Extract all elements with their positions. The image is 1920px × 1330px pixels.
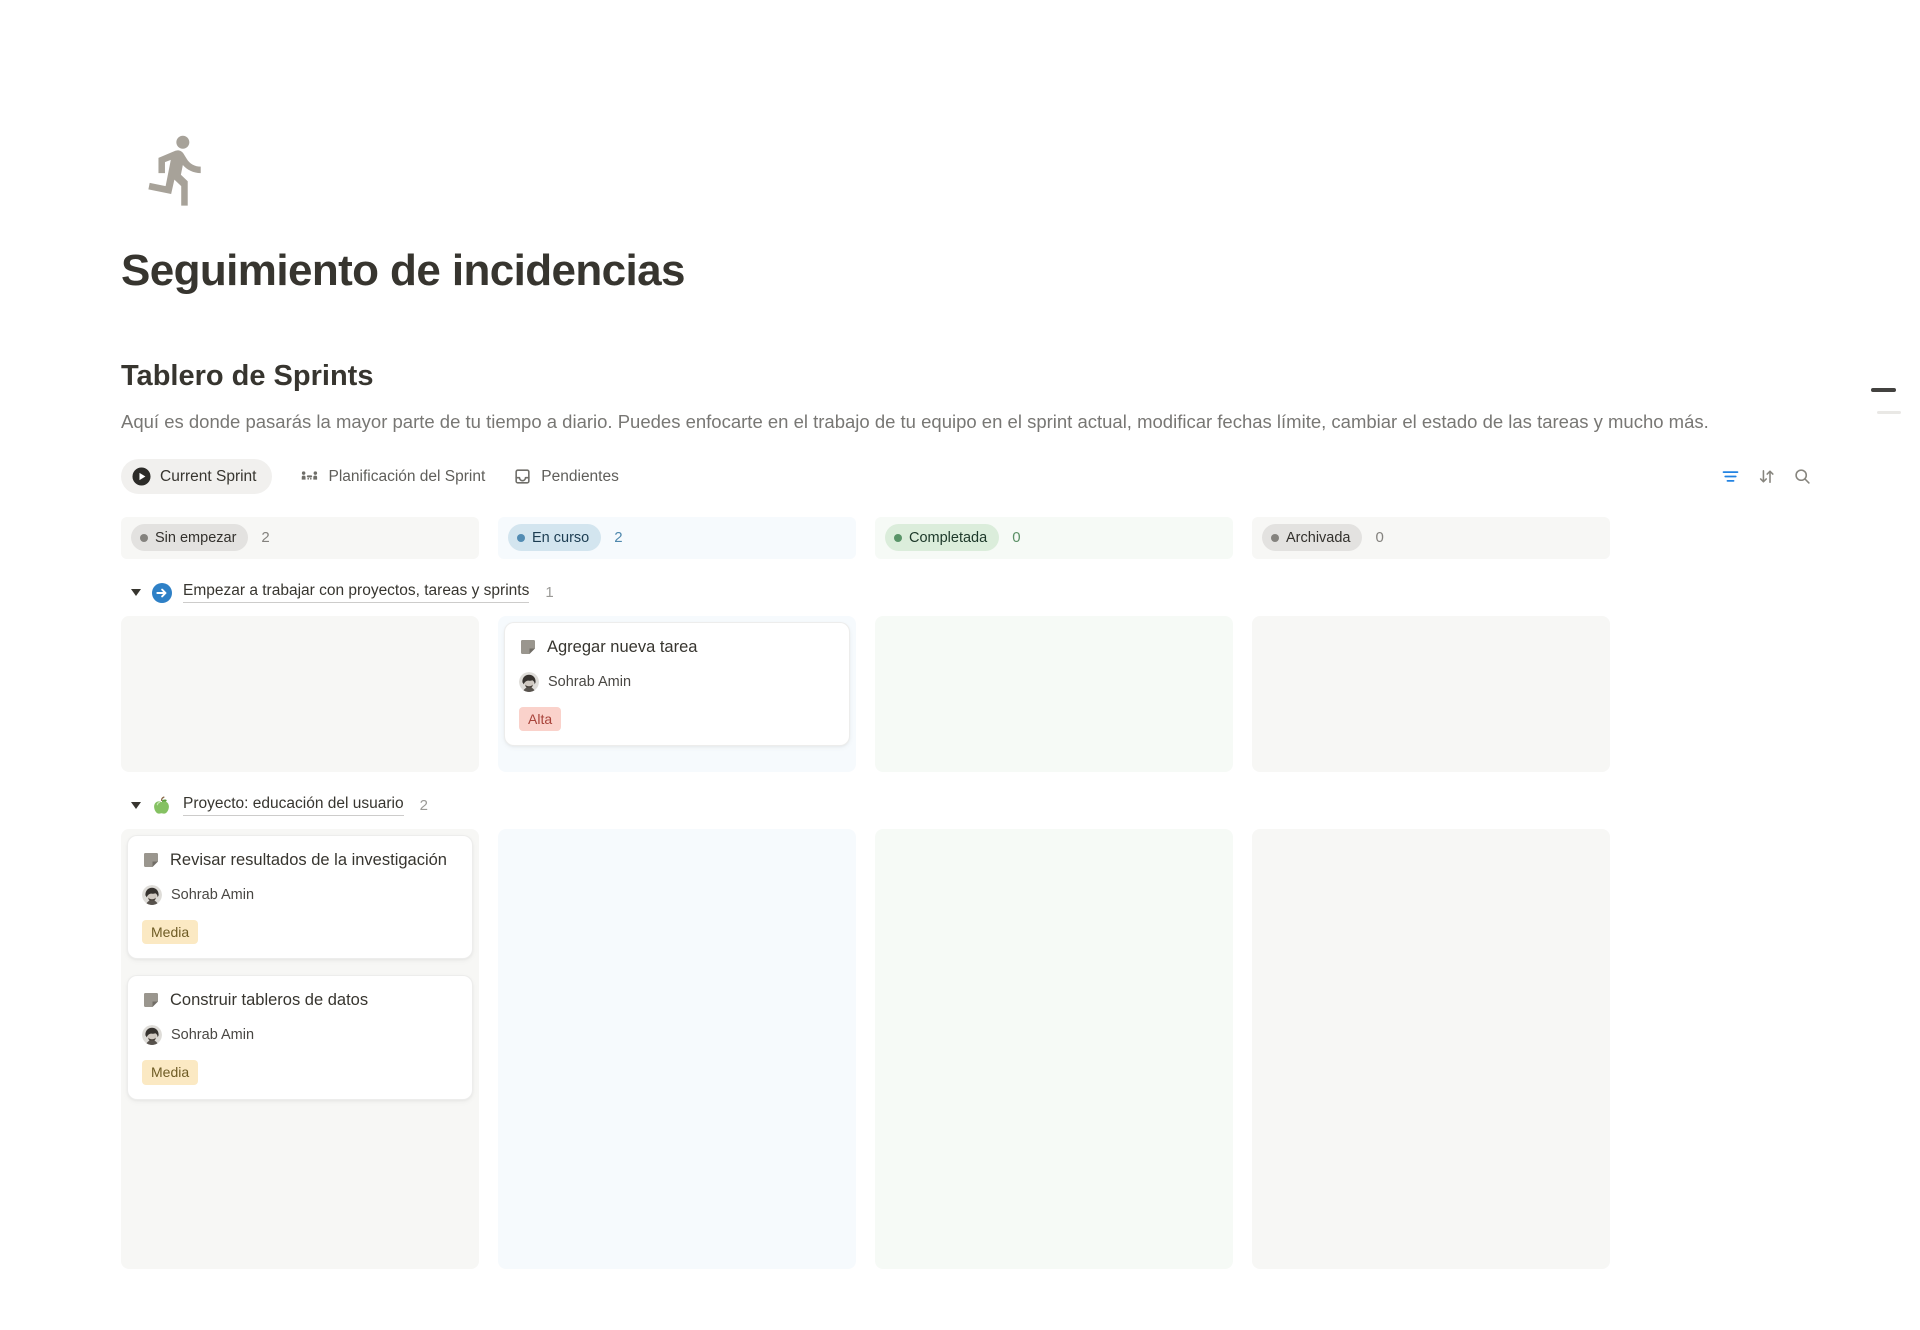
status-label: Archivada [1286,530,1350,546]
inbox-icon [513,467,532,486]
status-badge[interactable]: En curso [508,524,601,551]
task-card[interactable]: Revisar resultados de la investigación [127,835,473,960]
search-icon[interactable] [1792,466,1813,487]
group-row-sprint: Empezar a trabajar con proyectos, tareas… [121,576,1813,610]
column-header-archivada[interactable]: Archivada 0 [1252,517,1610,559]
page-icon [519,638,537,656]
status-label: Sin empezar [155,530,236,546]
page-icon [142,851,160,869]
cell-completada [875,829,1233,1269]
avatar [142,885,162,905]
status-badge[interactable]: Archivada [1262,524,1362,551]
column-count: 2 [614,529,622,546]
section-description: Aquí es donde pasarás la mayor parte de … [121,406,1813,437]
board-toolbar [1720,466,1813,487]
outline-dash-icon[interactable] [1877,411,1901,414]
task-card[interactable]: Construir tableros de datos [127,975,473,1100]
cell-archivada [1252,616,1610,772]
cell-en-curso [498,829,856,1269]
board-row: Revisar resultados de la investigación [121,829,1813,1269]
cell-sin-empezar: Revisar resultados de la investigación [121,829,479,1269]
priority-badge: Alta [519,707,561,732]
column-count: 0 [1375,529,1383,546]
assignee-name: Sohrab Amin [171,1027,254,1043]
tab-sprint-planning[interactable]: Planificación del Sprint [300,467,485,486]
meeting-icon [300,467,319,486]
play-icon [132,467,151,486]
section-heading: Tablero de Sprints [121,358,1813,396]
arrow-circle-icon [152,583,172,603]
card-title: Construir tableros de datos [170,988,368,1012]
status-dot-icon [140,534,148,542]
status-label: En curso [532,530,589,546]
tab-label: Pendientes [541,468,619,486]
tab-label: Current Sprint [160,468,256,486]
tab-current-sprint[interactable]: Current Sprint [121,459,272,494]
tab-label: Planificación del Sprint [328,468,485,486]
assignee-name: Sohrab Amin [171,887,254,903]
group-count: 1 [545,584,553,601]
cell-sin-empezar [121,616,479,772]
sort-icon[interactable] [1756,466,1777,487]
avatar [519,672,539,692]
page-content: Seguimiento de incidencias Tablero de Sp… [0,131,1920,1269]
status-label: Completada [909,530,987,546]
group-title-link[interactable]: Empezar a trabajar con proyectos, tareas… [183,582,529,603]
avatar [142,1025,162,1045]
filter-icon[interactable] [1720,466,1741,487]
priority-badge: Media [142,920,198,945]
green-apple-icon [152,796,172,816]
group-row-proyecto: Proyecto: educación del usuario 2 [121,789,1813,823]
group-title-link[interactable]: Proyecto: educación del usuario [183,795,404,816]
view-tabs: Current Sprint Planificación del Sprint [121,455,1813,499]
priority-badge: Media [142,1060,198,1085]
column-count: 2 [261,529,269,546]
column-header-completada[interactable]: Completada 0 [875,517,1233,559]
task-card[interactable]: Agregar nueva tarea [504,622,850,747]
column-count: 0 [1012,529,1020,546]
status-dot-icon [894,534,902,542]
assignee-name: Sohrab Amin [548,674,631,690]
outline-indicator[interactable] [1860,131,1920,451]
page-title: Seguimiento de incidencias [121,243,1813,298]
cell-archivada [1252,829,1610,1269]
card-title: Revisar resultados de la investigación [170,848,447,872]
collapse-toggle-icon[interactable] [131,802,141,809]
running-person-icon[interactable] [139,131,217,209]
board-column-headers: Sin empezar 2 En curso 2 Completada 0 Ar… [121,517,1813,559]
card-title: Agregar nueva tarea [547,635,697,659]
column-header-sin-empezar[interactable]: Sin empezar 2 [121,517,479,559]
page-icon [142,991,160,1009]
collapse-toggle-icon[interactable] [131,589,141,596]
status-badge[interactable]: Sin empezar [131,524,248,551]
column-header-en-curso[interactable]: En curso 2 [498,517,856,559]
board-row: Agregar nueva tarea [121,616,1813,772]
cell-en-curso: Agregar nueva tarea [498,616,856,772]
cell-completada [875,616,1233,772]
status-dot-icon [1271,534,1279,542]
tab-backlog[interactable]: Pendientes [513,467,619,486]
outline-dash-icon[interactable] [1871,388,1896,392]
group-count: 2 [420,797,428,814]
status-badge[interactable]: Completada [885,524,999,551]
status-dot-icon [517,534,525,542]
